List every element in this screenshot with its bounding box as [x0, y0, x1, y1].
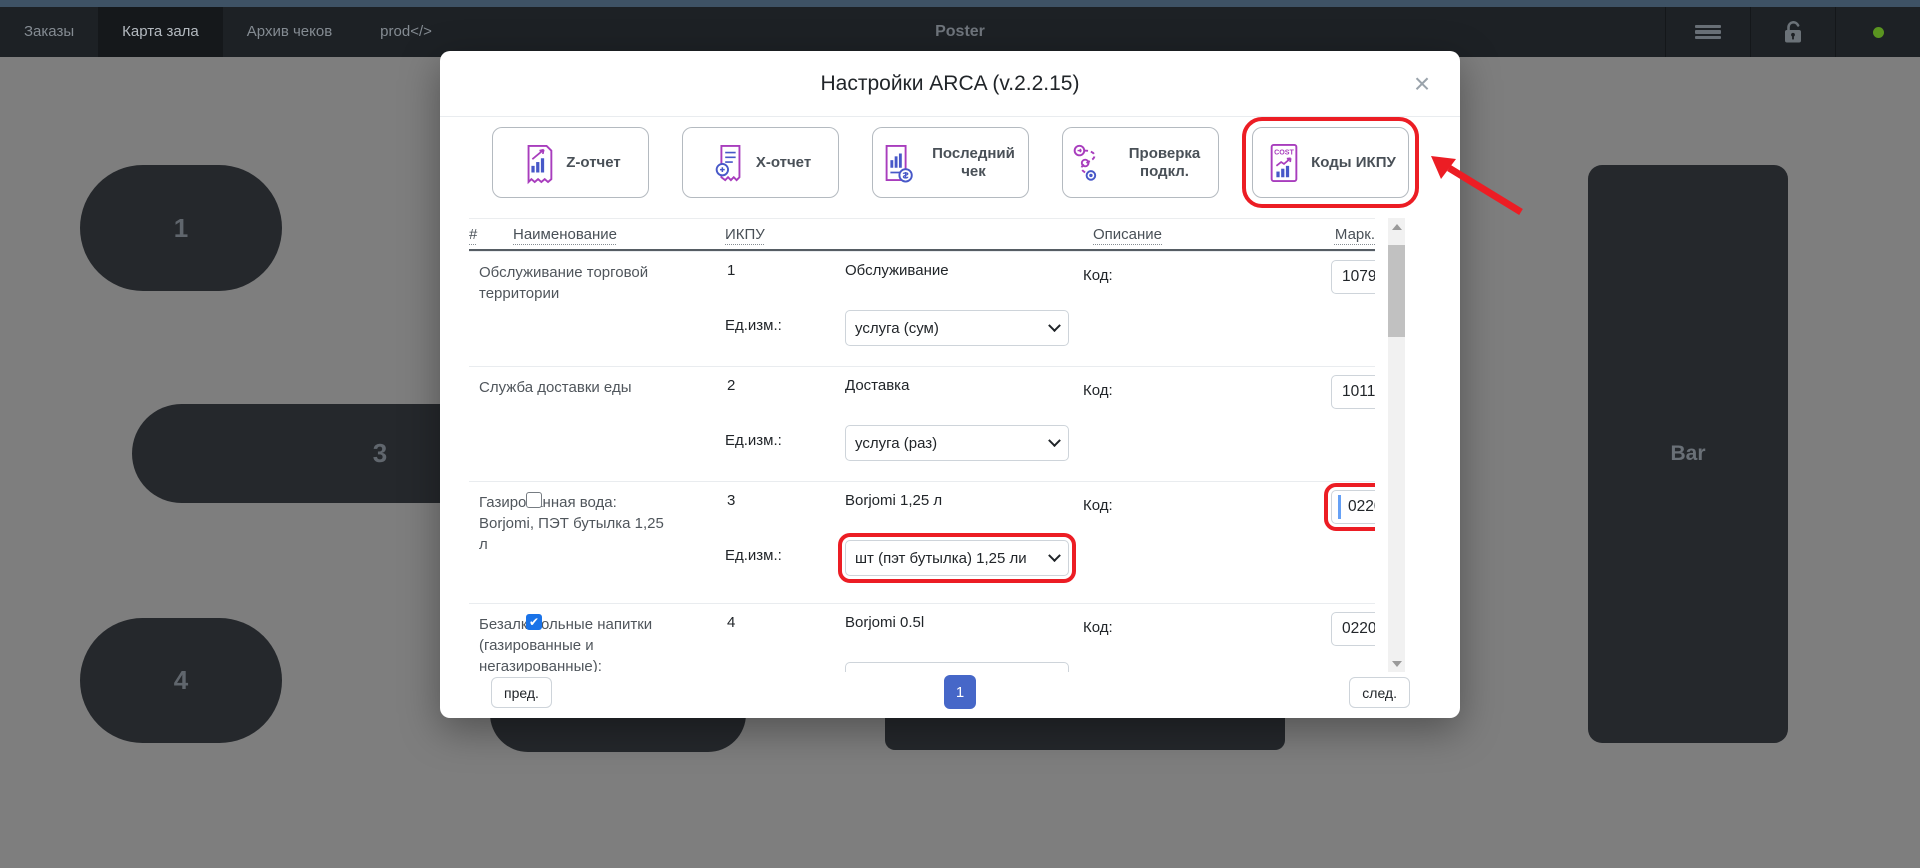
ikpu-codes-button[interactable]: COST Коды ИКПУ [1242, 117, 1419, 208]
report-actions-row: Z-отчет X-отчет Последний чек Проверка п… [492, 117, 1419, 208]
code-label: Код: [1083, 497, 1113, 514]
top-accent-strip [0, 0, 1920, 7]
nav-tabs: Заказы Карта зала Архив чеков prod</> [0, 7, 1920, 57]
col-header-num[interactable]: # [469, 226, 513, 243]
unit-select[interactable]: услуга (раз) [845, 425, 1069, 461]
ikpu-table-viewport: # Наименование ИКПУ Описание Марк. 1 Обс… [469, 218, 1375, 672]
hamburger-menu-icon [1695, 22, 1721, 41]
chevron-down-icon [1048, 548, 1061, 562]
dialog-title: Настройки ARCA (v.2.2.15) [820, 72, 1080, 95]
hall-table-4[interactable]: 4 [80, 618, 282, 743]
table-row: 3 Borjomi 1,25 л Код: Газированная вода:… [469, 481, 1375, 603]
close-icon[interactable]: × [1404, 66, 1440, 102]
ikpu-code-input[interactable] [1331, 260, 1375, 294]
product-name: Обслуживание [845, 262, 949, 279]
hall-table-1[interactable]: 1 [80, 165, 282, 291]
col-header-ikpu[interactable]: ИКПУ [725, 226, 845, 243]
lock-button[interactable] [1750, 7, 1835, 57]
chevron-down-icon [1048, 670, 1061, 672]
last-receipt-button[interactable]: Последний чек [872, 127, 1029, 198]
text-cursor [1338, 495, 1341, 519]
unit-label: Ед.изм.: [725, 432, 782, 449]
unit-select[interactable] [845, 662, 1069, 672]
row-number: 2 [727, 377, 736, 394]
marking-cell [513, 375, 725, 481]
code-label: Код: [1083, 382, 1113, 399]
code-label: Код: [1083, 267, 1113, 284]
col-header-name[interactable]: Наименование [513, 226, 725, 243]
z-report-button[interactable]: Z-отчет [492, 127, 649, 198]
scroll-up-icon[interactable] [1388, 218, 1405, 235]
marking-cell [513, 260, 725, 366]
action-label: Коды ИКПУ [1311, 153, 1396, 171]
unit-value: услуга (раз) [855, 434, 938, 452]
chevron-down-icon [1048, 318, 1061, 332]
code-label: Код: [1083, 619, 1113, 636]
unlock-icon [1785, 21, 1801, 43]
product-name: Borjomi 1,25 л [845, 492, 943, 509]
topbar-right-cluster [1665, 7, 1920, 57]
unit-value: услуга (сум) [855, 319, 939, 337]
z-report-icon [527, 144, 553, 184]
ikpu-code-input[interactable] [1331, 375, 1375, 409]
scrollbar-thumb[interactable] [1388, 245, 1405, 337]
menu-button[interactable] [1665, 7, 1750, 57]
annotation-arrow [1431, 156, 1523, 215]
table-label: 4 [173, 665, 189, 695]
x-report-button[interactable]: X-отчет [682, 127, 839, 198]
pagination-page-1-button[interactable]: 1 [944, 675, 976, 709]
row-number: 4 [727, 614, 736, 631]
col-header-description[interactable]: Описание [1083, 226, 1331, 243]
dialog-header: Настройки ARCA (v.2.2.15) × [440, 51, 1460, 117]
table-label: 1 [173, 212, 189, 243]
action-label: X-отчет [755, 153, 812, 171]
row-number: 1 [727, 262, 736, 279]
tab-orders[interactable]: Заказы [0, 7, 98, 57]
scroll-down-icon[interactable] [1388, 655, 1405, 672]
table-label: 3 [372, 438, 388, 468]
unit-select[interactable]: услуга (сум) [845, 310, 1069, 346]
connection-check-button[interactable]: Проверка подкл. [1062, 127, 1219, 198]
table-row: 1 Обслуживание Код: Обслуживание торгово… [469, 251, 1375, 366]
x-report-icon [715, 144, 741, 181]
pagination-next-button[interactable]: след. [1349, 677, 1410, 708]
product-name: Доставка [845, 377, 910, 394]
connection-check-icon [1073, 144, 1097, 181]
tab-receipt-archive[interactable]: Архив чеков [223, 7, 356, 57]
connection-status[interactable] [1835, 7, 1920, 57]
marking-checkbox[interactable]: ✔ [526, 614, 542, 630]
last-receipt-icon [885, 144, 913, 182]
table-scrollbar[interactable] [1388, 218, 1405, 672]
table-label: Bar [1670, 442, 1706, 465]
action-label: Z-отчет [566, 153, 621, 171]
pagination-prev-button[interactable]: пред. [491, 677, 552, 708]
unit-select[interactable]: шт (пэт бутылка) 1,25 ли [838, 533, 1076, 583]
unit-label: Ед.изм.: [725, 547, 782, 564]
marking-checkbox[interactable] [526, 492, 542, 508]
ikpu-code-input[interactable] [1331, 612, 1375, 646]
unit-value: шт (пэт бутылка) 1,25 ли [855, 549, 1027, 567]
top-navigation-bar: Заказы Карта зала Архив чеков prod</> Po… [0, 7, 1920, 57]
row-number: 3 [727, 492, 736, 509]
status-dot-green [1872, 26, 1884, 38]
unit-label: Ед.изм.: [725, 662, 845, 672]
tab-prod[interactable]: prod</> [356, 7, 456, 57]
unit-label: Ед.изм.: [725, 317, 782, 334]
chevron-down-icon [1048, 433, 1061, 447]
action-label: Последний чек [932, 145, 1015, 180]
table-row: 4 Borjomi 0.5l Код: Безалкогольные напит… [469, 603, 1375, 672]
table-row: 2 Доставка Код: Служба доставки еды Ед.и… [469, 366, 1375, 481]
svg-text:COST: COST [1274, 148, 1294, 156]
ikpu-codes-icon: COST [1270, 143, 1298, 182]
table-header-row: # Наименование ИКПУ Описание Марк. [469, 219, 1375, 251]
tab-hall-map[interactable]: Карта зала [98, 7, 223, 57]
product-name: Borjomi 0.5l [845, 614, 925, 631]
col-header-marking[interactable]: Марк. [1331, 226, 1375, 243]
hall-table-bar[interactable]: Bar [1588, 165, 1788, 743]
action-label: Проверка подкл. [1128, 145, 1201, 180]
arca-settings-dialog: Настройки ARCA (v.2.2.15) × Z-отчет X-от… [440, 51, 1460, 718]
